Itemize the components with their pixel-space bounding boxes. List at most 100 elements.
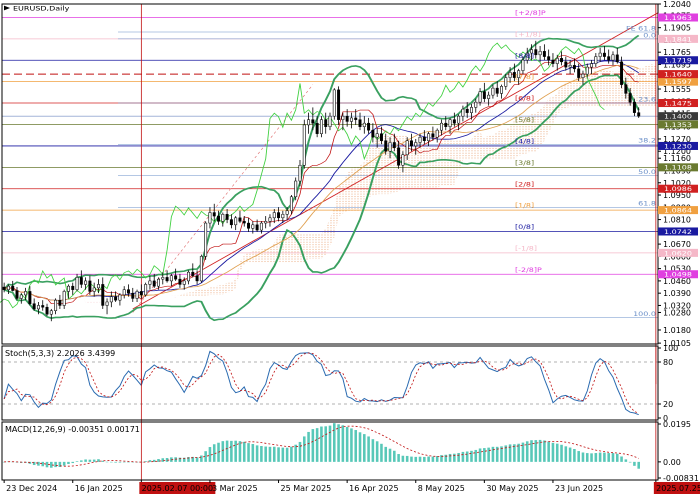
macd-histogram-bar (92, 459, 96, 462)
level-price-box-text: 1.1353 (664, 121, 692, 129)
macd-histogram-bar (491, 446, 495, 462)
ichimoku-cloud-segment (317, 233, 322, 260)
macd-histogram-bar (414, 456, 418, 462)
macd-histogram-bar (328, 425, 332, 462)
macd-histogram-bar (423, 456, 426, 462)
fibo-level-label: 100.0 (633, 310, 656, 318)
candle-body (277, 212, 281, 219)
macd-histogram-bar (62, 461, 66, 466)
macd-histogram-bar (264, 446, 267, 462)
macd-histogram-bar (607, 453, 610, 462)
ichimoku-cloud-segment (587, 72, 592, 107)
candle-body (24, 291, 28, 296)
macd-title: MACD(12,26,9) -0.00351 0.00171 (5, 425, 140, 434)
murrey-level-label: [+2/8]P (515, 9, 546, 17)
murrey-level-label: [-1/8] (515, 244, 537, 252)
candle-body (560, 58, 564, 63)
candle-body (332, 89, 336, 117)
candle-body (328, 115, 332, 127)
macd-histogram-bar (568, 447, 572, 462)
candle-body (427, 133, 431, 141)
candle-body (349, 117, 353, 122)
candle-body (384, 140, 388, 152)
level-price-box-text: 1.1640 (664, 70, 692, 78)
macd-histogram-bar (405, 455, 409, 462)
macd-histogram-bar (311, 429, 315, 462)
level-price-box-text: 1.1963 (664, 14, 692, 22)
candle-body (495, 87, 499, 94)
ichimoku-cloud-segment (505, 126, 511, 160)
macd-histogram-bar (277, 447, 280, 462)
ichimoku-cloud-segment (360, 162, 365, 211)
murrey-level-label: [8/8] (515, 52, 534, 60)
candle-body (628, 93, 632, 103)
candle-body (238, 217, 242, 222)
candle-body (289, 196, 293, 212)
candle-body (247, 222, 251, 229)
macd-histogram-bar (590, 453, 593, 462)
candle-body (182, 280, 186, 285)
macd-histogram-bar (470, 450, 473, 462)
candle-body (487, 94, 491, 99)
candle-body (251, 224, 255, 229)
candle-body (345, 115, 349, 122)
price-tick-label: 1.0180 (663, 326, 691, 335)
candle-body (101, 284, 105, 306)
macd-histogram-bar (457, 452, 460, 462)
macd-histogram-bar (242, 441, 246, 462)
fibo-level-label: 50.0 (638, 168, 656, 176)
macd-histogram-bar (208, 447, 212, 462)
macd-histogram-bar (628, 461, 632, 463)
macd-tick-label: -0.00831 (663, 474, 699, 483)
macd-histogram-bar (230, 440, 233, 462)
fibo-level-label: 61.8 (638, 200, 656, 208)
candle-body (568, 65, 572, 68)
macd-histogram-bar (285, 447, 289, 462)
ichimoku-cloud-segment (244, 252, 249, 265)
candle-body (504, 77, 508, 87)
level-price-box-text: 1.1719 (664, 56, 692, 64)
macd-histogram-bar (603, 452, 606, 462)
level-price-box-text: 1.0864 (664, 206, 692, 214)
ichimoku-cloud-segment (308, 233, 313, 260)
stoch-tick-label: 20 (663, 400, 673, 409)
macd-histogram-bar (341, 425, 345, 462)
candle-body (259, 222, 263, 231)
candle-body (225, 214, 229, 220)
candle-body (431, 133, 435, 138)
macd-histogram-bar (465, 451, 469, 462)
murrey-level-label: [6/8] (515, 94, 534, 102)
time-tick-label: 16 Jan 2025 (75, 484, 123, 493)
macd-histogram-bar (427, 456, 430, 462)
candle-body (474, 101, 478, 108)
candle-body (418, 136, 422, 143)
candle-body (152, 280, 156, 287)
macd-histogram-bar (324, 426, 327, 462)
ichimoku-cloud-segment (377, 135, 382, 195)
candle-body (534, 49, 538, 56)
candle-body (32, 303, 36, 310)
level-price-box-text: 1.0498 (664, 270, 692, 278)
candle-body (88, 280, 92, 292)
macd-histogram-bar (97, 459, 100, 462)
candle-body (135, 291, 139, 299)
candle-body (242, 221, 246, 224)
candle-body (337, 89, 341, 120)
candle-body (302, 124, 306, 166)
macd-histogram-bar (564, 446, 568, 462)
murrey-level-label: [7/8] (515, 73, 534, 81)
candle-body (118, 294, 122, 301)
macd-histogram-bar (367, 436, 370, 462)
macd-histogram-bar (118, 461, 122, 463)
price-tick-label: 1.1905 (663, 24, 691, 33)
candle-body (491, 87, 495, 96)
murrey-level-label: [3/8] (515, 159, 534, 167)
macd-histogram-bar (260, 446, 263, 462)
macd-histogram-bar (453, 453, 456, 462)
ichimoku-cloud-segment (94, 301, 99, 303)
candle-body (105, 301, 109, 306)
candle-body (84, 280, 88, 285)
ichimoku-cloud-segment (209, 287, 215, 295)
candle-body (28, 291, 32, 304)
candle-body (362, 122, 366, 127)
